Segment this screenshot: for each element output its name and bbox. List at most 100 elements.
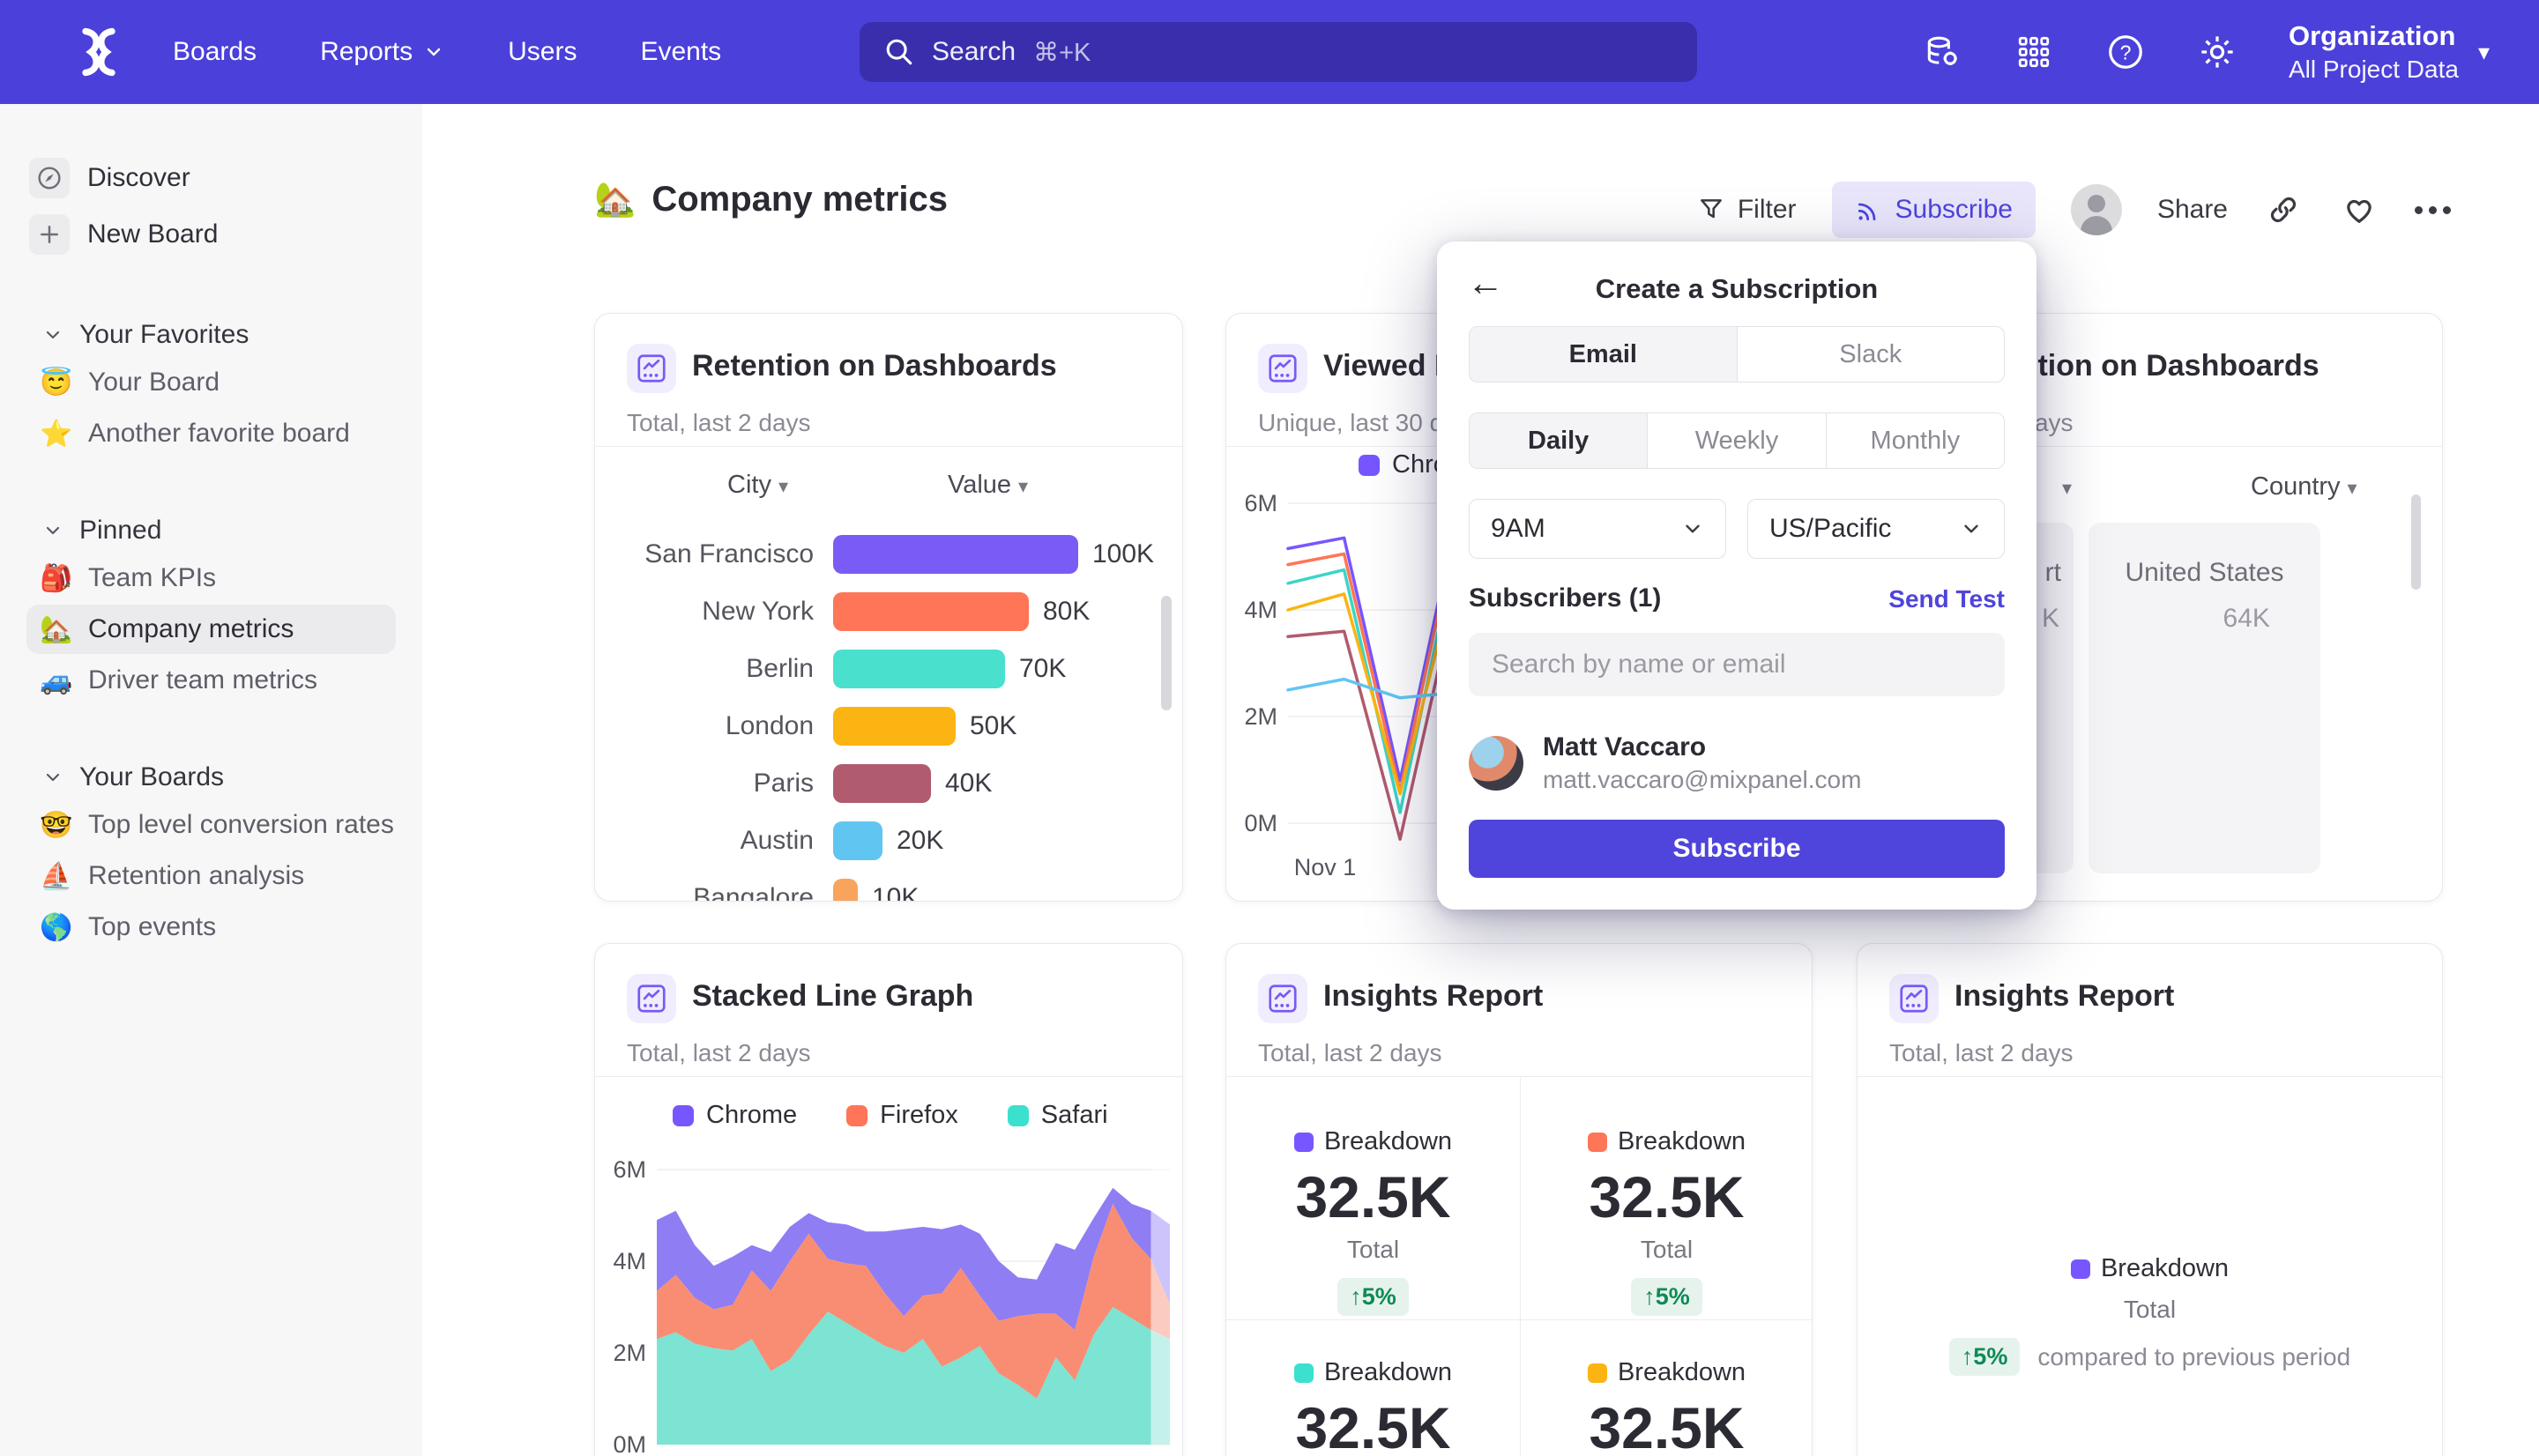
- board-emoji: ⛵: [37, 861, 76, 892]
- board-emoji: 🚙: [37, 665, 76, 696]
- table-row[interactable]: San Francisco100K: [595, 525, 1182, 583]
- svg-text:0M: 0M: [1244, 810, 1277, 836]
- mixpanel-logo[interactable]: [67, 20, 130, 84]
- tab-slack[interactable]: Slack: [1737, 327, 2005, 382]
- share-button[interactable]: Share: [2157, 195, 2228, 225]
- chevron-down-icon: [42, 324, 63, 345]
- user-avatar[interactable]: [2071, 184, 2122, 235]
- legend-item-chrome[interactable]: Chrome: [673, 1101, 797, 1130]
- rss-icon: [1855, 196, 1883, 224]
- stacked-area-chart: 6M4M2M0M: [606, 1140, 1175, 1456]
- legend-item-firefox[interactable]: Firefox: [846, 1101, 958, 1130]
- table-row[interactable]: New York80K: [595, 583, 1182, 640]
- nav-item-reports[interactable]: Reports: [320, 37, 444, 67]
- table-scrollbar[interactable]: [1161, 596, 1172, 710]
- tab-weekly[interactable]: Weekly: [1647, 413, 1825, 468]
- chevron-down-icon: [423, 41, 444, 63]
- mixpanel-app: Boards Reports Users Events Search ⌘+K: [0, 0, 2539, 1456]
- filter-button[interactable]: Filter: [1697, 195, 1797, 225]
- search-input[interactable]: Search ⌘+K: [860, 22, 1697, 82]
- help-icon[interactable]: ?: [2105, 32, 2146, 72]
- table-row[interactable]: Berlin70K: [595, 640, 1182, 697]
- sidebar-item-retention-analysis[interactable]: ⛵Retention analysis: [26, 851, 396, 901]
- sidebar-item-your-board[interactable]: 😇Your Board: [26, 358, 396, 407]
- data-management-icon[interactable]: [1922, 32, 1962, 72]
- settings-gear-icon[interactable]: [2197, 32, 2237, 72]
- legend-item-safari[interactable]: Safari: [1008, 1101, 1108, 1130]
- table-cell-united-states[interactable]: United States 64K: [2089, 523, 2320, 873]
- board-emoji: 🌎: [37, 912, 76, 943]
- chevron-down-icon: [1960, 517, 1983, 540]
- table-scrollbar[interactable]: [2411, 494, 2421, 590]
- search-shortcut: ⌘+K: [1033, 37, 1091, 68]
- sidebar-item-team-kpis[interactable]: 🎒Team KPIs: [26, 553, 396, 603]
- metric-tile[interactable]: Breakdown32.5KTotal↑5%: [1226, 1358, 1520, 1456]
- value-bar: [833, 650, 1005, 688]
- column-header-country[interactable]: Country▾: [2251, 472, 2357, 501]
- metric-tile[interactable]: Breakdown32.5KTotal↑5%: [1520, 1358, 1813, 1456]
- more-options-icon[interactable]: [2415, 206, 2451, 214]
- send-test-link[interactable]: Send Test: [1888, 585, 2005, 613]
- svg-text:6M: 6M: [1244, 490, 1277, 516]
- sidebar-item-another-favorite-board[interactable]: ⭐Another favorite board: [26, 409, 396, 458]
- card-subtitle: Total, last 2 days: [627, 409, 811, 437]
- column-header-city[interactable]: City▾: [727, 471, 788, 500]
- sidebar-section-pinned[interactable]: Pinned: [0, 509, 422, 552]
- table-row[interactable]: London50K: [595, 697, 1182, 754]
- sidebar-item-discover[interactable]: Discover: [0, 150, 422, 206]
- nav-item-users[interactable]: Users: [508, 37, 577, 67]
- row-value-label: 40K: [945, 769, 992, 799]
- subscriber-search-input[interactable]: Search by name or email: [1469, 633, 2005, 696]
- subscribe-submit-button[interactable]: Subscribe: [1469, 820, 2005, 878]
- channel-tabs: EmailSlack: [1469, 326, 2005, 383]
- frequency-tabs: DailyWeeklyMonthly: [1469, 412, 2005, 469]
- table-row[interactable]: Bangalore10K: [595, 869, 1182, 902]
- row-value-label: 20K: [897, 826, 943, 856]
- org-name: Organization: [2289, 19, 2455, 54]
- column-header-hidden[interactable]: ▾: [2055, 472, 2072, 501]
- row-city-label: Paris: [754, 769, 814, 799]
- sidebar-item-new-board[interactable]: New Board: [0, 206, 422, 263]
- sidebar-item-top-events[interactable]: 🌎Top events: [26, 903, 396, 952]
- org-project-switcher[interactable]: Organization All Project Data ▾: [2289, 19, 2490, 85]
- column-header-value[interactable]: Value▾: [948, 471, 1028, 500]
- legend-swatch: [1588, 1363, 1607, 1383]
- nav-item-events[interactable]: Events: [640, 37, 721, 67]
- report-chart-icon: [1258, 974, 1307, 1023]
- subscriber-row[interactable]: Matt Vaccaro matt.vaccaro@mixpanel.com: [1469, 728, 2005, 799]
- tab-monthly[interactable]: Monthly: [1826, 413, 2004, 468]
- sidebar-item-top-level-conversion-rates[interactable]: 🤓Top level conversion rates: [26, 800, 396, 850]
- board-emoji: 🏡: [594, 181, 636, 219]
- compass-icon: [29, 158, 70, 198]
- time-select[interactable]: 9AM: [1469, 499, 1726, 559]
- board-title: 🏡 Company metrics: [594, 180, 948, 219]
- apps-grid-icon[interactable]: [2014, 32, 2054, 72]
- sidebar-item-driver-team-metrics[interactable]: 🚙Driver team metrics: [26, 656, 396, 705]
- row-value-label: 100K: [1092, 539, 1154, 569]
- sidebar-item-company-metrics[interactable]: 🏡Company metrics: [26, 605, 396, 654]
- metric-tile[interactable]: Breakdown32.5KTotal↑5%: [1520, 1127, 1813, 1316]
- tab-daily[interactable]: Daily: [1470, 413, 1647, 468]
- copy-link-icon[interactable]: [2263, 189, 2304, 230]
- subscribe-button[interactable]: Subscribe: [1832, 182, 2036, 238]
- legend-swatch: [2071, 1259, 2090, 1279]
- plus-icon: [29, 214, 70, 255]
- metric-tile[interactable]: Breakdown32.5KTotal↑5%: [1226, 1127, 1520, 1316]
- card-title: Insights Report: [1955, 979, 2174, 1014]
- favorite-heart-icon[interactable]: [2339, 189, 2379, 230]
- org-caret-icon: ▾: [2478, 39, 2490, 66]
- timezone-select[interactable]: US/Pacific: [1747, 499, 2005, 559]
- value-bar: [833, 535, 1078, 574]
- tab-email[interactable]: Email: [1470, 327, 1737, 382]
- sidebar-section-your-boards[interactable]: Your Boards: [0, 756, 422, 799]
- subscriber-name: Matt Vaccaro: [1543, 730, 1861, 764]
- table-row[interactable]: Paris 40K: [595, 754, 1182, 812]
- legend-swatch: [846, 1105, 867, 1126]
- org-labels: Organization All Project Data: [2289, 19, 2459, 85]
- row-value-label: 70K: [1019, 654, 1066, 684]
- nav-item-boards[interactable]: Boards: [173, 37, 257, 67]
- table-row[interactable]: Austin20K: [595, 812, 1182, 869]
- svg-text:2M: 2M: [613, 1340, 646, 1366]
- sidebar-section-your-favorites[interactable]: Your Favorites: [0, 314, 422, 356]
- card-title: Retention on Dashboards: [692, 349, 1057, 383]
